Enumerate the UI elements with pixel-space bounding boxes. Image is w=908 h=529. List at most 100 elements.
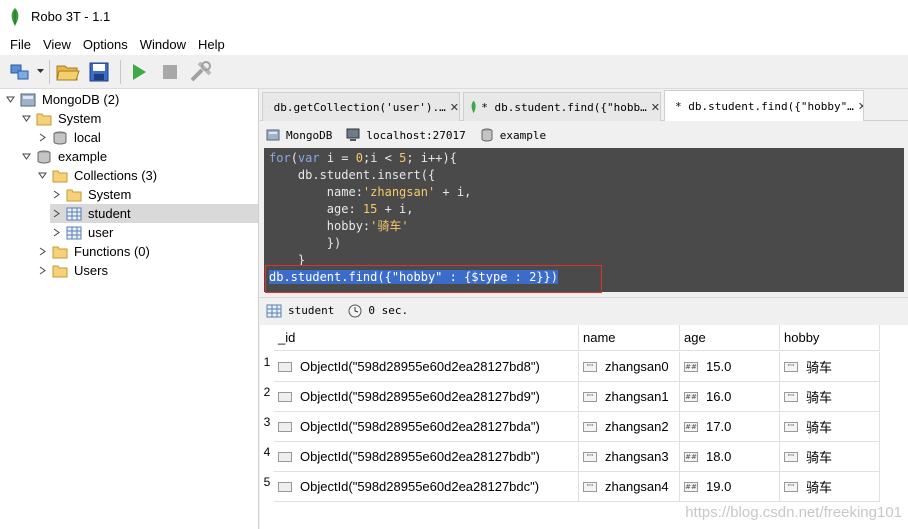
string-type-icon: "" [784,391,798,402]
chevron-right-icon[interactable] [36,265,48,277]
table-row-age-cell[interactable]: ## 15.0 [680,352,780,382]
tree-item-label: user [88,225,114,240]
table-row-hobby-cell[interactable]: "" 骑车 [780,382,880,412]
selected-query[interactable]: db.student.find({"hobby" : {$type : 2}}) [269,270,558,284]
row-number: 2 [263,385,271,399]
row-number: 1 [263,355,271,369]
chevron-right-icon[interactable] [50,227,62,239]
code-token: i = [319,151,356,165]
table-row-name-cell[interactable]: "" zhangsan4 [579,472,680,502]
table-row-id-cell[interactable]: ObjectId("598d28955e60d2ea28127bdc") [274,472,579,502]
chevron-down-icon[interactable] [36,170,48,182]
table-row-hobby-cell[interactable]: "" 骑车 [780,442,880,472]
chevron-right-icon[interactable] [50,189,62,201]
code-token: + i, [435,185,472,199]
connection-server-label: MongoDB [286,128,333,142]
column-header-hobby[interactable]: hobby [780,325,880,351]
table-row-age-cell[interactable]: ## 19.0 [680,472,780,502]
column-header-age[interactable]: age [680,325,780,351]
result-time-label: 0 sec. [368,304,409,317]
connect-dropdown-icon[interactable] [37,58,45,86]
document-icon [278,361,292,372]
connect-button[interactable] [6,58,34,86]
document-icon [278,421,292,432]
menu-help[interactable]: Help [192,37,231,52]
tree-item-system[interactable]: System [20,109,101,128]
table-row-hobby-cell[interactable]: "" 骑车 [780,352,880,382]
table-row-name-cell[interactable]: "" zhangsan2 [579,412,680,442]
chevron-right-icon[interactable] [36,132,48,144]
save-button[interactable] [85,58,113,86]
table-row-id-cell[interactable]: ObjectId("598d28955e60d2ea28127bd9") [274,382,579,412]
tree-item-label: local [74,130,101,145]
toolbar-separator [120,59,121,84]
result-time: 0 sec. [348,304,408,318]
column-header-name[interactable]: name [579,325,680,351]
table-row-name-cell[interactable]: "" zhangsan1 [579,382,680,412]
table-row-age-cell[interactable]: ## 18.0 [680,442,780,472]
tree-item-collections[interactable]: Collections (3) [36,166,157,185]
close-icon[interactable]: ✕ [450,101,459,114]
save-icon [89,62,109,81]
open-button[interactable] [54,58,82,86]
table-row-name-cell[interactable]: "" zhangsan0 [579,352,680,382]
collection-table-icon [66,207,82,220]
tree-item-example[interactable]: example [20,147,107,166]
chevron-down-icon[interactable] [4,94,16,106]
tree-item-users[interactable]: Users [36,261,108,280]
stop-button[interactable] [156,58,184,86]
table-row-hobby-cell[interactable]: "" 骑车 [780,472,880,502]
tools-button[interactable] [187,58,215,86]
title-bar: Robo 3T - 1.1 [0,0,908,33]
table-row-id-cell[interactable]: ObjectId("598d28955e60d2ea28127bdb") [274,442,579,472]
close-icon[interactable]: ✕ [858,100,863,113]
window-title: Robo 3T - 1.1 [31,9,111,24]
tab-query-1[interactable]: db.getCollection('user').… ✕ [262,92,460,121]
code-token: hobby: [269,219,371,233]
menu-file[interactable]: File [4,37,37,52]
tab-query-2[interactable]: * db.student.find({"hobb… ✕ [463,92,661,121]
execute-button[interactable] [125,58,153,86]
close-icon[interactable]: ✕ [651,101,660,114]
menu-window[interactable]: Window [134,37,192,52]
tree-item-user[interactable]: user [50,223,113,242]
folder-icon [52,265,68,277]
code-token: ;i < [362,151,400,165]
query-pane: db.getCollection('user').… ✕ * db.studen… [260,89,908,529]
chevron-down-icon[interactable] [20,151,32,163]
table-row-id-cell[interactable]: ObjectId("598d28955e60d2ea28127bd8") [274,352,579,382]
chevron-down-icon[interactable] [20,113,32,125]
tree-item-local[interactable]: local [36,128,101,147]
result-table: _id name age hobby 1 ObjectId("598d28955… [260,325,908,529]
cell-value: zhangsan4 [605,479,669,494]
table-row-hobby-cell[interactable]: "" 骑车 [780,412,880,442]
database-icon [481,128,493,142]
tree-item-mongodb[interactable]: MongoDB (2) [4,90,119,109]
connection-server: MongoDB [266,128,332,142]
chevron-right-icon[interactable] [36,246,48,258]
cell-value: 18.0 [706,449,732,464]
tree-item-student[interactable]: student [50,204,258,223]
table-row-age-cell[interactable]: ## 17.0 [680,412,780,442]
code-token: var [297,151,320,165]
column-header-id[interactable]: _id [274,325,579,351]
tree-item-functions[interactable]: Functions (0) [36,242,150,261]
tree-item-system-collections[interactable]: System [50,185,131,204]
code-token: ( [290,151,298,165]
cell-value: ObjectId("598d28955e60d2ea28127bd8") [300,359,540,374]
tab-query-3[interactable]: * db.student.find({"hobby"… ✕ [664,90,864,121]
string-type-icon: "" [784,421,798,432]
menu-options[interactable]: Options [77,37,134,52]
code-line: age: 15 + i, [269,201,904,218]
table-row-name-cell[interactable]: "" zhangsan3 [579,442,680,472]
table-row-id-cell[interactable]: ObjectId("598d28955e60d2ea28127bda") [274,412,579,442]
table-row-age-cell[interactable]: ## 16.0 [680,382,780,412]
watermark: https://blog.csdn.net/freeking101 [685,504,902,521]
string-type-icon: "" [784,361,798,372]
query-editor[interactable]: for(var i = 0;i < 5; i++){ db.student.in… [264,148,904,292]
menu-bar: File View Options Window Help [0,33,908,55]
chevron-right-icon[interactable] [50,208,62,220]
code-token: 15 [362,202,378,216]
row-number: 4 [263,445,271,459]
menu-view[interactable]: View [37,37,77,52]
